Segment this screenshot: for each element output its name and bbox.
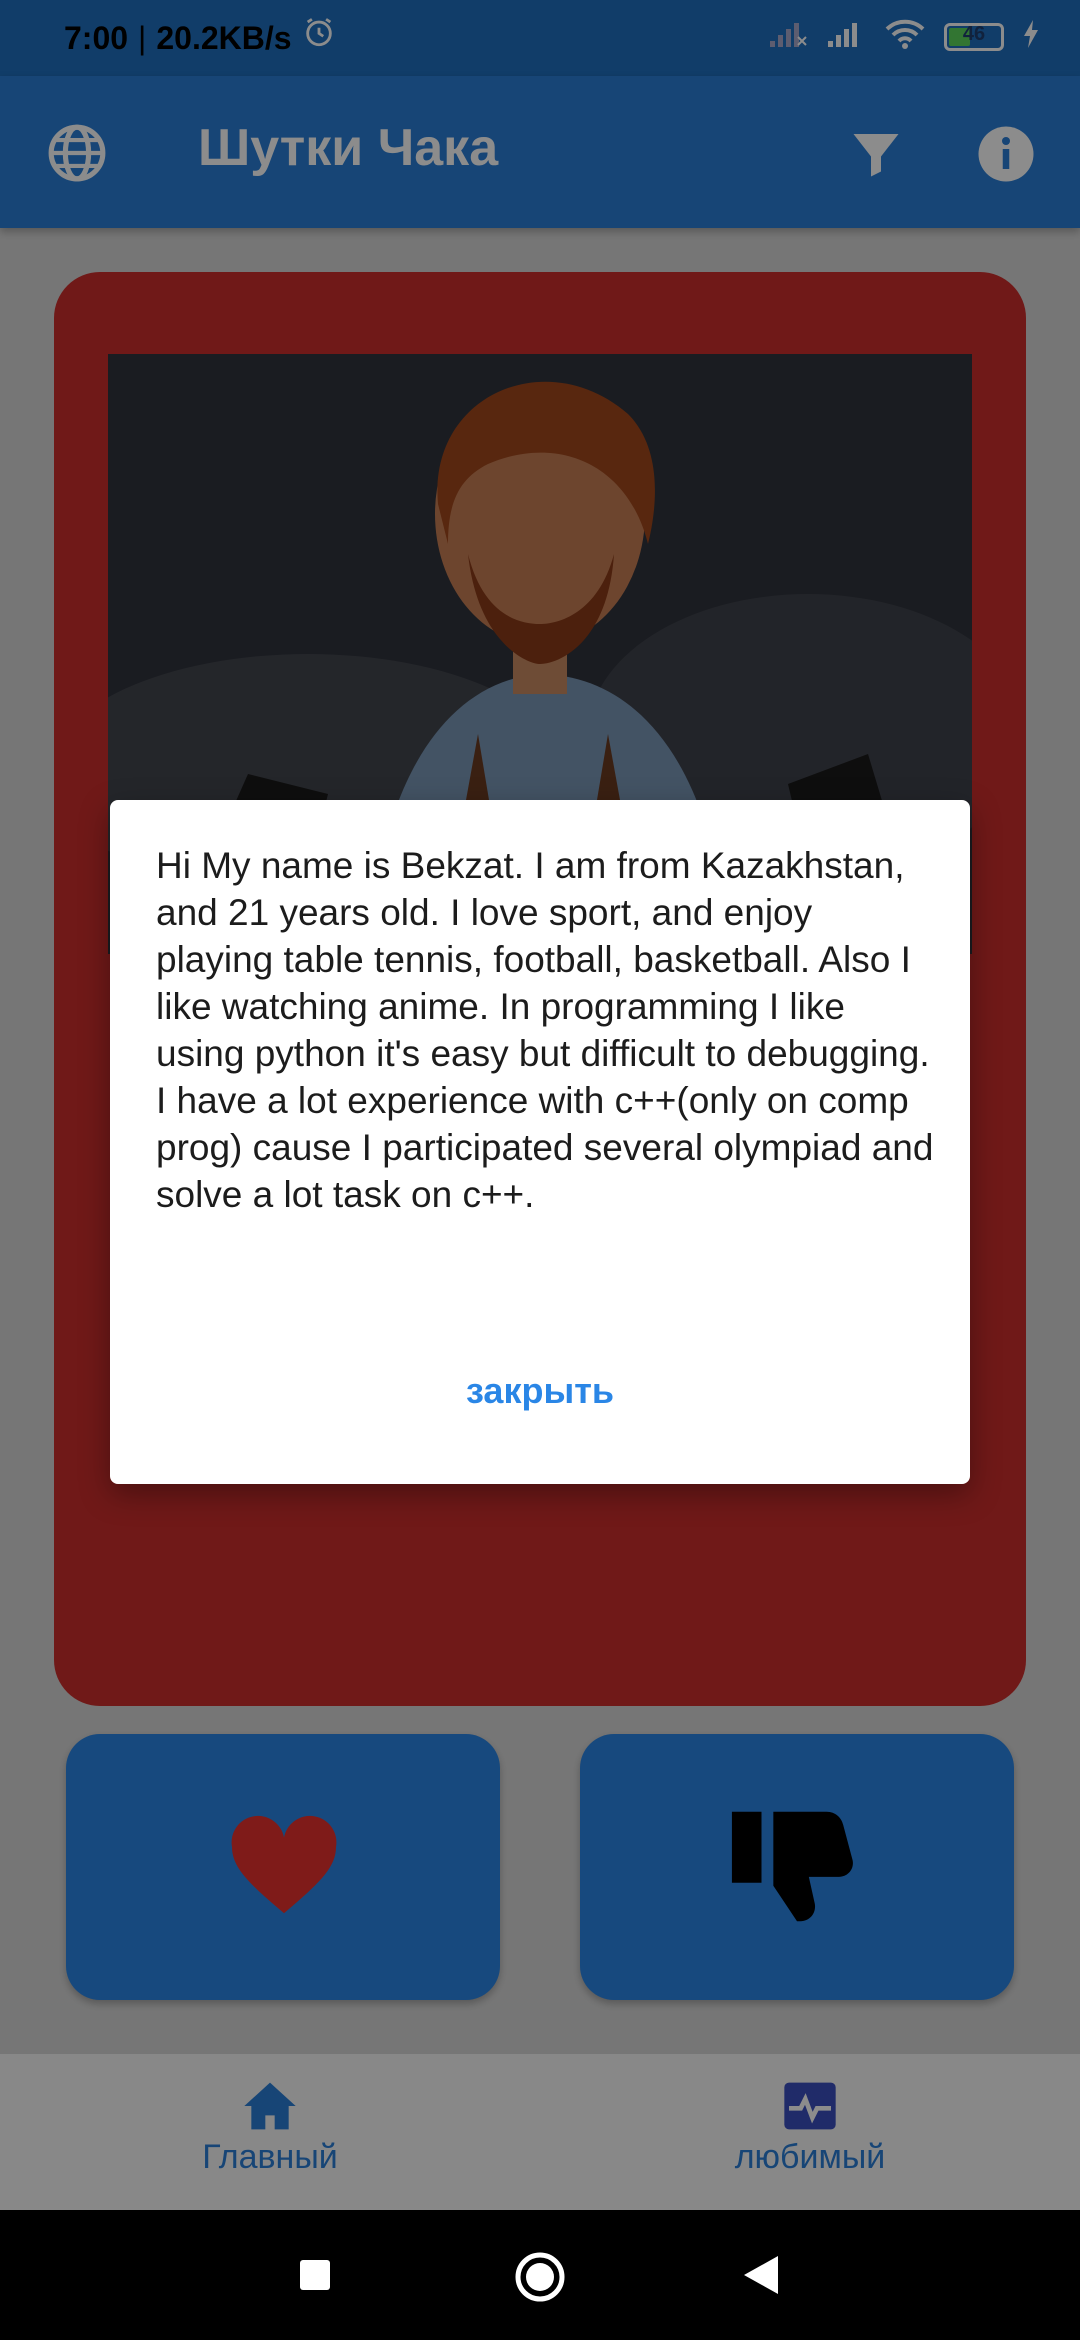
- dialog-message: Hi My name is Bekzat. I am from Kazakhst…: [156, 845, 934, 1215]
- back-icon[interactable]: [742, 2254, 780, 2296]
- home-button-icon[interactable]: [513, 2250, 567, 2304]
- recents-icon[interactable]: [298, 2258, 332, 2292]
- system-nav-bar: [0, 2210, 1080, 2340]
- close-button[interactable]: закрыть: [380, 1370, 700, 1426]
